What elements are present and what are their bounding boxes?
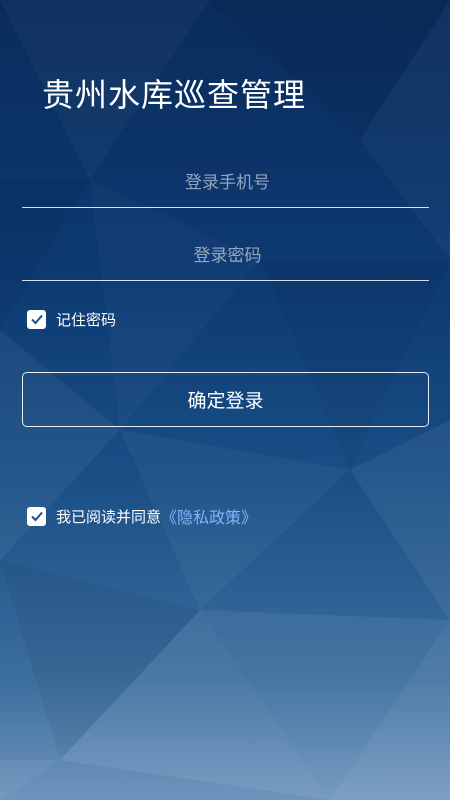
check-icon (30, 314, 43, 325)
privacy-agreement-checkbox[interactable] (27, 506, 46, 526)
remember-password-checkbox[interactable] (27, 309, 46, 329)
password-field (22, 230, 433, 282)
login-screen: 贵州水库巡查管理 记住密码 确定登录 我已阅读并同意 《隐私政策》 (0, 0, 450, 800)
check-icon (30, 511, 43, 522)
app-title: 贵州水库巡查管理 (42, 76, 307, 114)
phone-field (22, 157, 433, 209)
phone-input[interactable] (22, 157, 433, 209)
remember-password-label: 记住密码 (56, 310, 117, 329)
privacy-agreement-row: 我已阅读并同意 《隐私政策》 (27, 505, 257, 527)
privacy-agreement-text: 我已阅读并同意 (56, 507, 162, 526)
login-button[interactable]: 确定登录 (22, 372, 429, 427)
privacy-policy-link[interactable]: 《隐私政策》 (161, 504, 257, 528)
password-input[interactable] (22, 230, 433, 282)
remember-password-row[interactable]: 记住密码 (27, 308, 116, 330)
